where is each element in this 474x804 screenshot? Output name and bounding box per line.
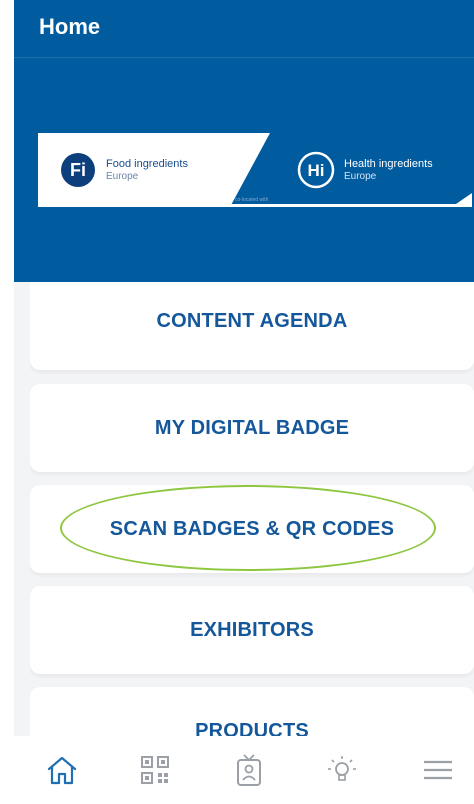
products-label: PRODUCTS	[195, 719, 309, 737]
lightbulb-icon	[328, 756, 356, 781]
event-banner: Fi Hi Food ingredients Europe Health ing…	[38, 133, 472, 207]
bottom-nav	[0, 736, 474, 804]
left-gutter	[0, 0, 14, 804]
my-digital-badge-button[interactable]: MY DIGITAL BADGE	[30, 384, 474, 472]
my-digital-badge-label: MY DIGITAL BADGE	[154, 416, 350, 439]
nav-more[interactable]	[418, 750, 458, 790]
svg-text:Hi: Hi	[308, 161, 325, 180]
hamburger-menu-icon	[424, 760, 452, 780]
banner-graphic: Fi Hi	[38, 133, 472, 207]
exhibitors-label: EXHIBITORS	[190, 618, 314, 641]
page-title: Home	[39, 14, 101, 39]
exhibitors-button[interactable]: EXHIBITORS	[30, 586, 474, 674]
qr-code-icon	[141, 756, 169, 784]
home-icon	[47, 756, 77, 785]
hi-brand-name: Health ingredients	[344, 158, 433, 170]
products-button[interactable]: PRODUCTS	[30, 687, 474, 736]
nav-home[interactable]	[42, 750, 82, 790]
svg-text:Fi: Fi	[70, 160, 86, 180]
nav-scan[interactable]	[135, 750, 175, 790]
fi-brand-name: Food ingredients	[106, 158, 188, 170]
nav-ideas[interactable]	[322, 750, 362, 790]
nav-badge[interactable]	[229, 750, 269, 790]
content-agenda-button[interactable]: CONTENT AGENDA	[30, 282, 474, 370]
content-agenda-label: CONTENT AGENDA	[156, 309, 348, 332]
badge-icon	[237, 754, 261, 786]
header-divider	[14, 57, 474, 58]
highlight-ring	[60, 485, 436, 571]
header: Home Fi Hi Food ingredients Europe Healt…	[14, 0, 474, 282]
hi-brand-region: Europe	[344, 171, 377, 182]
colocated-text: co-located with	[235, 197, 269, 203]
fi-brand-region: Europe	[106, 171, 139, 182]
